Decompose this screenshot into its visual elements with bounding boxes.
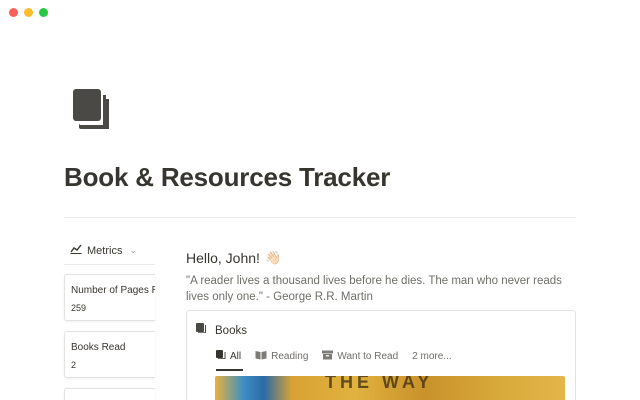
metrics-divider [64,264,155,265]
minimize-window-button[interactable] [24,8,33,17]
metric-value: 2 [71,360,77,370]
metric-label: Number of Pages R [71,285,155,296]
books-icon[interactable] [73,89,111,131]
greeting-text: Hello, John! [186,250,260,266]
tab-label: 2 more... [412,350,452,362]
tab-want-to-read[interactable]: Want to Read [322,347,398,365]
metric-value: 259 [71,303,87,313]
tab-more[interactable]: 2 more... [412,347,451,365]
divider [64,217,576,218]
tab-label: Reading [271,350,309,362]
page-title: Book & Resources Tracker [64,162,391,192]
chart-icon [70,244,82,257]
book-icon [196,323,207,338]
waving-hand-icon: 👋🏻 [264,250,282,265]
metric-card-partial[interactable] [64,388,155,400]
tab-all[interactable]: All [216,347,244,371]
metric-card-pages-read[interactable]: Number of Pages R 259 [64,274,155,321]
metric-card-books-read[interactable]: Books Read 2 [64,331,155,378]
books-database-title[interactable]: Books [196,323,247,338]
greeting-heading: Hello, John! 👋🏻 [186,250,281,266]
book-cover-image[interactable]: THE WAY [215,376,565,400]
books-database: Books All Reading Want to Read 2 more...… [186,310,576,400]
metrics-view-selector[interactable]: Metrics ⌄ [70,244,137,257]
maximize-window-button[interactable] [39,8,48,17]
close-window-button[interactable] [9,8,18,17]
quote-text: "A reader lives a thousand lives before … [186,275,562,303]
tab-label: All [230,350,242,362]
tab-label: Want to Read [337,350,399,362]
chevron-down-icon: ⌄ [129,245,137,255]
books-title-label: Books [215,324,247,337]
book-icon [216,349,226,363]
metric-label: Books Read [71,342,126,353]
cover-title-text: THE WAY [325,376,434,392]
view-tabs: All Reading Want to Read 2 more... [216,347,452,371]
archive-icon [322,350,334,363]
window-controls [9,8,48,17]
open-book-icon [255,350,267,363]
metrics-header-label: Metrics [87,244,123,257]
tab-reading[interactable]: Reading [255,347,308,365]
